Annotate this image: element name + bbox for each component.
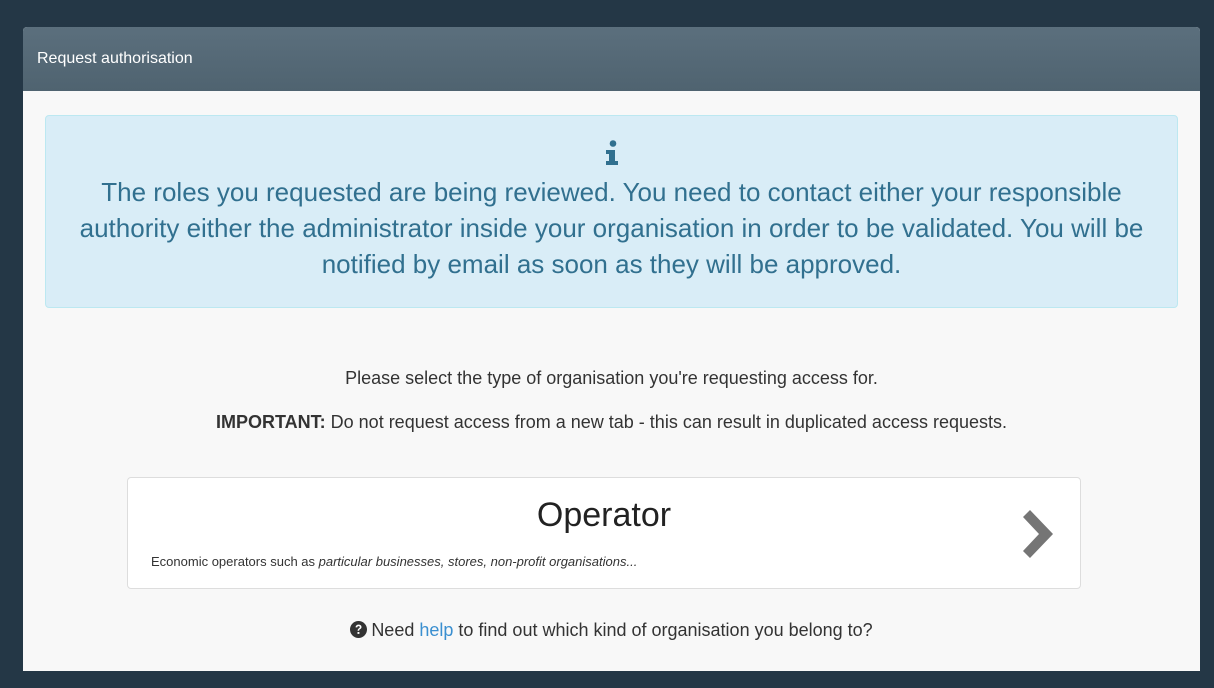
select-instruction: Please select the type of organisation y…: [345, 368, 878, 388]
operator-description-prefix: Economic operators such as: [151, 554, 319, 569]
help-prefix: Need: [371, 620, 420, 640]
help-suffix: to find out which kind of organisation y…: [453, 620, 873, 640]
page: { "panel": { "title": "Request authorisa…: [0, 0, 1214, 688]
operator-description-examples: particular businesses, stores, non-profi…: [318, 554, 638, 569]
help-line: Need help to find out which kind of orga…: [23, 620, 1200, 641]
important-text: Do not request access from a new tab - t…: [325, 412, 1007, 432]
info-icon: [605, 140, 618, 165]
info-alert: The roles you requested are being review…: [45, 115, 1178, 308]
panel-title: Request authorisation: [37, 50, 193, 67]
important-label: IMPORTANT:: [216, 412, 326, 432]
operator-option-card[interactable]: Operator Economic operators such as part…: [127, 477, 1081, 589]
operator-description: Economic operators such as particular bu…: [151, 554, 637, 569]
chevron-right-icon: [1023, 510, 1053, 558]
alert-message: The roles you requested are being review…: [79, 177, 1144, 279]
panel-body: The roles you requested are being review…: [23, 91, 1200, 671]
panel-header: Request authorisation: [23, 27, 1200, 91]
authorisation-panel: Request authorisation The roles you requ…: [23, 27, 1200, 671]
help-link[interactable]: help: [419, 620, 453, 640]
question-circle-icon: [350, 621, 368, 638]
operator-title: Operator: [536, 496, 672, 534]
important-notice: IMPORTANT: Do not request access from a …: [23, 412, 1200, 433]
